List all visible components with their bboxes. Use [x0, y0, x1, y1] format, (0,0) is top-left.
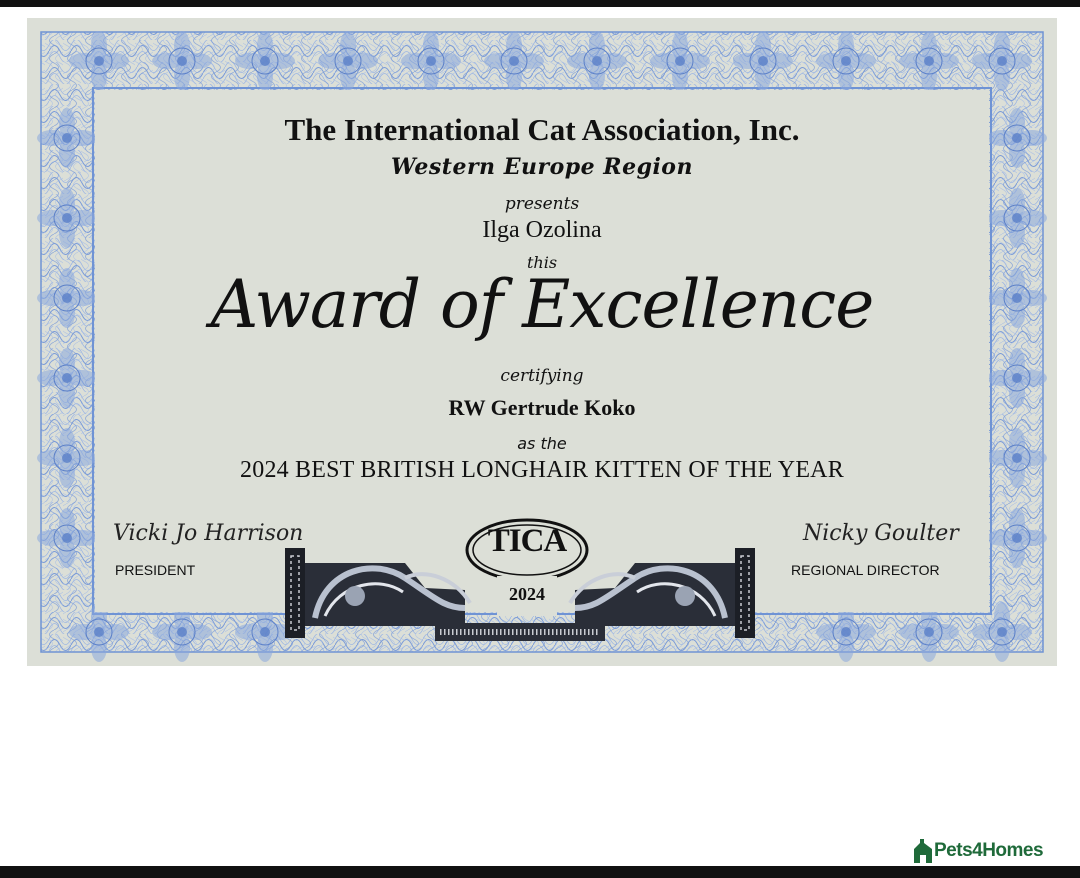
cat-name: RW Gertrude Koko: [448, 395, 636, 420]
president-signature: Vicki Jo Harrison: [113, 521, 304, 546]
pets4homes-watermark: Pets4Homes: [912, 838, 1044, 864]
award-title: 2024 BEST BRITISH LONGHAIR KITTEN OF THE…: [240, 457, 844, 483]
as-the-text: as the: [517, 434, 567, 453]
bottom-bar: [0, 866, 1080, 878]
president-role: PRESIDENT: [115, 562, 196, 578]
region-name: Western Europe Region: [391, 154, 693, 180]
director-role: REGIONAL DIRECTOR: [791, 562, 940, 578]
director-signature: Nicky Goulter: [803, 521, 959, 546]
award-heading: Award of Excellence: [210, 266, 875, 343]
watermark-label: Pets4Homes: [934, 840, 1044, 861]
tica-logo-text: TICA: [487, 523, 568, 559]
house-icon: [914, 839, 932, 863]
recipient-name: Ilga Ozolina: [482, 217, 602, 243]
seal-year: 2024: [509, 584, 545, 604]
organization-name: The International Cat Association, Inc.: [284, 112, 800, 147]
certifying-text: certifying: [500, 366, 584, 386]
certificate: The International Cat Association, Inc. …: [27, 18, 1057, 666]
presents-text: presents: [504, 194, 580, 214]
top-bar: [0, 0, 1080, 7]
